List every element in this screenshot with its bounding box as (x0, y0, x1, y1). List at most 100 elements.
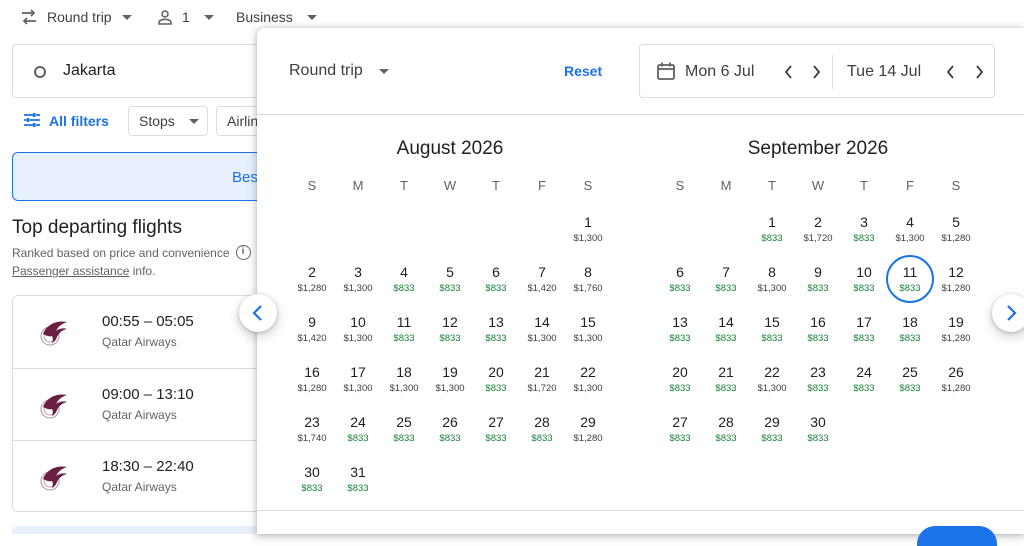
calendar-day[interactable]: 13 $833 (657, 308, 703, 358)
calendar-day[interactable]: 6 $833 (657, 258, 703, 308)
calendar-day[interactable]: 14 $1,300 (519, 308, 565, 358)
day-price: $833 (715, 383, 737, 394)
calendar-day[interactable]: 12 $1,280 (933, 258, 979, 308)
day-price: $833 (439, 333, 461, 344)
prev-month-button[interactable] (239, 294, 277, 332)
day-price: $1,740 (297, 433, 327, 444)
chevron-right-icon[interactable] (810, 65, 822, 79)
next-month-button[interactable] (992, 294, 1024, 332)
calendar-day[interactable]: 28 $833 (519, 408, 565, 458)
info-icon[interactable]: i (235, 245, 251, 260)
calendar-day[interactable]: 25 $833 (381, 408, 427, 458)
calendar-day[interactable]: 3 $833 (841, 208, 887, 258)
calendar-day[interactable]: 19 $1,280 (933, 308, 979, 358)
calendar-day[interactable]: 21 $1,720 (519, 358, 565, 408)
return-date[interactable]: Tue 14 Jul (847, 63, 921, 81)
flight-airline: Qatar Airways (102, 480, 177, 494)
calendar-day[interactable]: 22 $1,300 (565, 358, 611, 408)
calendar-day[interactable]: 1 $1,300 (565, 208, 611, 258)
calendar-day[interactable]: 20 $833 (657, 358, 703, 408)
calendar-day[interactable]: 22 $1,300 (749, 358, 795, 408)
calendar-day[interactable]: 11 $833 (886, 255, 934, 308)
day-number: 9 (814, 264, 822, 280)
cabin-select[interactable]: Business (236, 9, 317, 25)
calendar-day[interactable]: 29 $1,280 (565, 408, 611, 458)
best-tab[interactable]: Bes (12, 152, 272, 201)
day-price: $1,300 (757, 283, 787, 294)
calendar-day[interactable]: 7 $833 (703, 258, 749, 308)
calendar-day[interactable]: 27 $833 (657, 408, 703, 458)
calendar-day[interactable]: 15 $1,300 (565, 308, 611, 358)
reset-button[interactable]: Reset (564, 63, 602, 79)
calendar-day[interactable]: 9 $833 (795, 258, 841, 308)
date-picker-dialog: Round trip Reset Mon 6 Jul Tue 14 Jul Au… (257, 28, 1024, 546)
chevron-right-icon[interactable] (973, 65, 985, 79)
chevron-left-icon[interactable] (783, 65, 795, 79)
calendar-day[interactable]: 2 $1,280 (289, 258, 335, 308)
calendar-day[interactable]: 23 $833 (795, 358, 841, 408)
calendar-day[interactable]: 4 $1,300 (887, 208, 933, 258)
chevron-left-icon[interactable] (945, 65, 957, 79)
day-number: 23 (304, 414, 320, 430)
calendar-day[interactable]: 18 $1,300 (381, 358, 427, 408)
calendar-day[interactable]: 10 $833 (841, 258, 887, 308)
calendar-day[interactable]: 20 $833 (473, 358, 519, 408)
calendar-day[interactable]: 19 $1,300 (427, 358, 473, 408)
flight-row[interactable]: 18:30 – 22:40 Qatar Airways (13, 440, 271, 512)
picker-trip-type-select[interactable]: Round trip (289, 62, 389, 80)
calendar-day[interactable]: 17 $1,300 (335, 358, 381, 408)
calendar-day[interactable]: 24 $833 (841, 358, 887, 408)
calendar-day[interactable]: 8 $1,300 (749, 258, 795, 308)
calendar-day[interactable]: 15 $833 (749, 308, 795, 358)
flight-row[interactable]: 00:55 – 05:05 Qatar Airways (13, 296, 271, 368)
calendar-day[interactable]: 1 $833 (749, 208, 795, 258)
flight-time: 00:55 – 05:05 (102, 313, 194, 330)
calendar-day[interactable]: 26 $833 (427, 408, 473, 458)
calendar-day[interactable]: 23 $1,740 (289, 408, 335, 458)
day-number: 8 (584, 264, 592, 280)
calendar-day[interactable]: 11 $833 (381, 308, 427, 358)
calendar-day[interactable]: 21 $833 (703, 358, 749, 408)
calendar-day[interactable]: 6 $833 (473, 258, 519, 308)
calendar-day[interactable]: 5 $833 (427, 258, 473, 308)
calendar-day[interactable]: 17 $833 (841, 308, 887, 358)
departure-date[interactable]: Mon 6 Jul (685, 63, 754, 81)
flight-row[interactable]: 09:00 – 13:10 Qatar Airways (13, 368, 271, 440)
done-button[interactable] (917, 526, 997, 546)
flight-list: 00:55 – 05:05 Qatar Airways 09:00 – 13:1… (12, 295, 272, 512)
calendar-day[interactable]: 30 $833 (795, 408, 841, 458)
day-price: $833 (807, 433, 829, 444)
calendar-day[interactable]: 26 $1,280 (933, 358, 979, 408)
passenger-assistance-link[interactable]: Passenger assistance (12, 264, 129, 278)
calendar-day[interactable]: 4 $833 (381, 258, 427, 308)
calendar-day[interactable]: 18 $833 (887, 308, 933, 358)
origin-field[interactable]: Jakarta (12, 44, 272, 98)
day-number: 6 (676, 264, 684, 280)
calendar-day[interactable]: 29 $833 (749, 408, 795, 458)
calendar-day[interactable]: 9 $1,420 (289, 308, 335, 358)
calendar-day[interactable]: 31 $833 (335, 458, 381, 508)
calendar-day[interactable]: 28 $833 (703, 408, 749, 458)
airlines-label: Airlin (227, 113, 259, 129)
calendar-day[interactable]: 8 $1,760 (565, 258, 611, 308)
trip-type-select[interactable]: Round trip (20, 9, 132, 25)
day-price: $833 (347, 483, 369, 494)
calendar-day[interactable]: 3 $1,300 (335, 258, 381, 308)
calendar-day[interactable]: 14 $833 (703, 308, 749, 358)
calendar-day[interactable]: 24 $833 (335, 408, 381, 458)
calendar-day[interactable]: 30 $833 (289, 458, 335, 508)
calendar-day[interactable]: 16 $1,280 (289, 358, 335, 408)
calendar-day[interactable]: 5 $1,280 (933, 208, 979, 258)
calendar-day[interactable]: 12 $833 (427, 308, 473, 358)
flight-time: 18:30 – 22:40 (102, 458, 194, 475)
stops-filter-chip[interactable]: Stops (128, 106, 208, 136)
calendar-day[interactable]: 13 $833 (473, 308, 519, 358)
calendar-day[interactable]: 27 $833 (473, 408, 519, 458)
calendar-day[interactable]: 25 $833 (887, 358, 933, 408)
calendar-day[interactable]: 16 $833 (795, 308, 841, 358)
calendar-day[interactable]: 2 $1,720 (795, 208, 841, 258)
passenger-select[interactable]: 1 (157, 9, 214, 25)
all-filters-button[interactable]: All filters (24, 106, 109, 136)
calendar-day[interactable]: 10 $1,300 (335, 308, 381, 358)
calendar-day[interactable]: 7 $1,420 (519, 258, 565, 308)
